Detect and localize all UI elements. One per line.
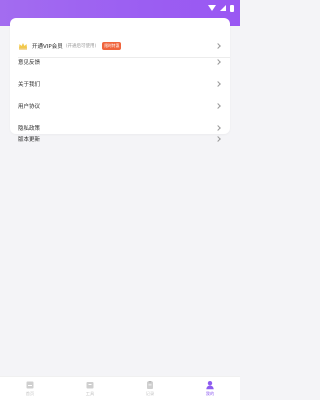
menu-item-user-agreement[interactable]: 用户协议 <box>10 95 230 117</box>
person-icon <box>206 381 214 390</box>
tab-label: 工具 <box>85 391 95 396</box>
status-icons <box>208 3 234 13</box>
menu-item-about[interactable]: 关于我们 <box>10 73 230 95</box>
menu-item-label: 版本更新 <box>18 137 41 143</box>
tab-records[interactable]: 记录 <box>120 377 180 400</box>
chevron-right-icon <box>215 136 221 142</box>
tab-label: 我的 <box>205 391 215 396</box>
tab-home[interactable]: 首页 <box>0 377 60 400</box>
settings-menu-card: 开通VIP会员 (开通后可使用) 限时特惠 意见反馈 关于我们 用户协议 隐私政… <box>10 18 230 143</box>
vip-row-label-group: 开通VIP会员 (开通后可使用) 限时特惠 <box>18 42 216 50</box>
chevron-right-icon <box>215 43 221 49</box>
vip-label: 开通VIP会员 <box>32 44 63 50</box>
bottom-tab-bar: 首页 工具 记录 我的 <box>0 376 240 400</box>
battery-icon <box>230 4 234 12</box>
home-icon <box>26 381 34 389</box>
menu-item-label: 关于我们 <box>18 82 41 88</box>
wifi-icon <box>208 5 216 11</box>
tab-mine[interactable]: 我的 <box>180 377 240 400</box>
tab-label: 首页 <box>25 391 35 396</box>
tab-tools[interactable]: 工具 <box>60 377 120 400</box>
tab-label: 记录 <box>145 391 155 396</box>
vip-sublabel: (开通后可使用) <box>65 44 97 49</box>
menu-item-label: 意见反馈 <box>18 60 41 66</box>
crown-icon <box>19 43 27 50</box>
toolbox-icon <box>86 382 94 389</box>
clipboard-icon <box>147 381 153 389</box>
menu-item-label: 用户协议 <box>18 104 41 110</box>
menu-item-version-update[interactable]: 版本更新 <box>10 128 230 150</box>
menu-item-feedback[interactable]: 意见反馈 <box>10 51 230 73</box>
signal-icon <box>220 5 226 11</box>
vip-promo-badge: 限时特惠 <box>102 42 122 50</box>
chevron-right-icon <box>215 81 221 87</box>
chevron-right-icon <box>215 59 221 65</box>
chevron-right-icon <box>215 103 221 109</box>
